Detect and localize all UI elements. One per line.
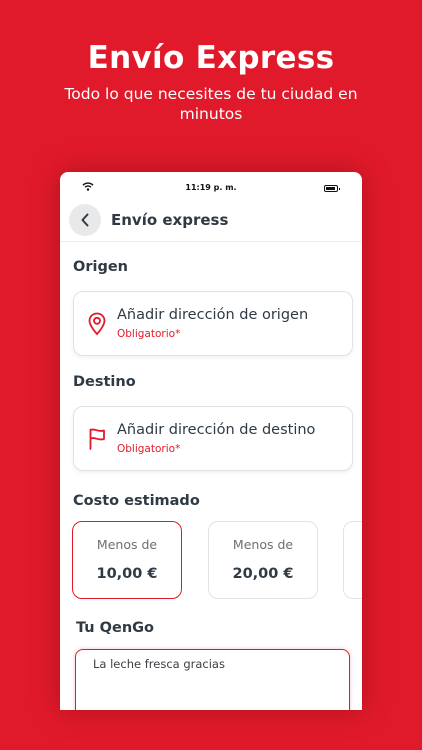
destination-required-label: Obligatorio*	[117, 443, 181, 455]
destination-placeholder: Añadir dirección de destino	[117, 422, 316, 438]
location-pin-icon	[88, 312, 106, 336]
status-bar: 11:19 p. m.	[60, 172, 362, 202]
status-time: 11:19 p. m.	[185, 183, 237, 192]
promo-title: Envío Express	[87, 40, 335, 76]
promo-subtitle: Todo lo que necesites de tu ciudad en mi…	[64, 85, 358, 123]
flag-icon	[89, 428, 105, 450]
app-header: Envío express	[60, 202, 362, 242]
cost-option-prefix: Menos de	[232, 537, 294, 552]
note-textarea[interactable]: La leche fresca gracias	[75, 649, 350, 710]
note-section-label: Tu QenGo	[76, 620, 155, 636]
cost-option-prefix: Menos de	[96, 537, 158, 552]
origin-required-label: Obligatorio*	[117, 328, 181, 340]
origin-placeholder: Añadir dirección de origen	[117, 307, 309, 323]
cost-option-1[interactable]: Menos de 10,00 €	[72, 521, 182, 599]
chevron-left-icon	[81, 213, 89, 227]
cost-option-2[interactable]: Menos de 20,00 €	[208, 521, 318, 599]
cost-option-value: 20,00 €	[232, 566, 294, 582]
note-text: La leche fresca gracias	[93, 657, 225, 671]
destination-section-label: Destino	[73, 374, 136, 390]
page-title: Envío express	[111, 211, 229, 229]
destination-address-field[interactable]: Añadir dirección de destino Obligatorio*	[73, 406, 353, 471]
battery-icon	[324, 185, 340, 192]
back-button[interactable]	[69, 204, 101, 236]
origin-section-label: Origen	[73, 259, 128, 275]
cost-option-3[interactable]	[343, 521, 362, 599]
origin-address-field[interactable]: Añadir dirección de origen Obligatorio*	[73, 291, 353, 356]
cost-option-value: 10,00 €	[96, 566, 158, 582]
cost-section-label: Costo estimado	[73, 493, 200, 509]
phone-screen: 11:19 p. m. Envío express Origen Añadir …	[60, 172, 362, 710]
